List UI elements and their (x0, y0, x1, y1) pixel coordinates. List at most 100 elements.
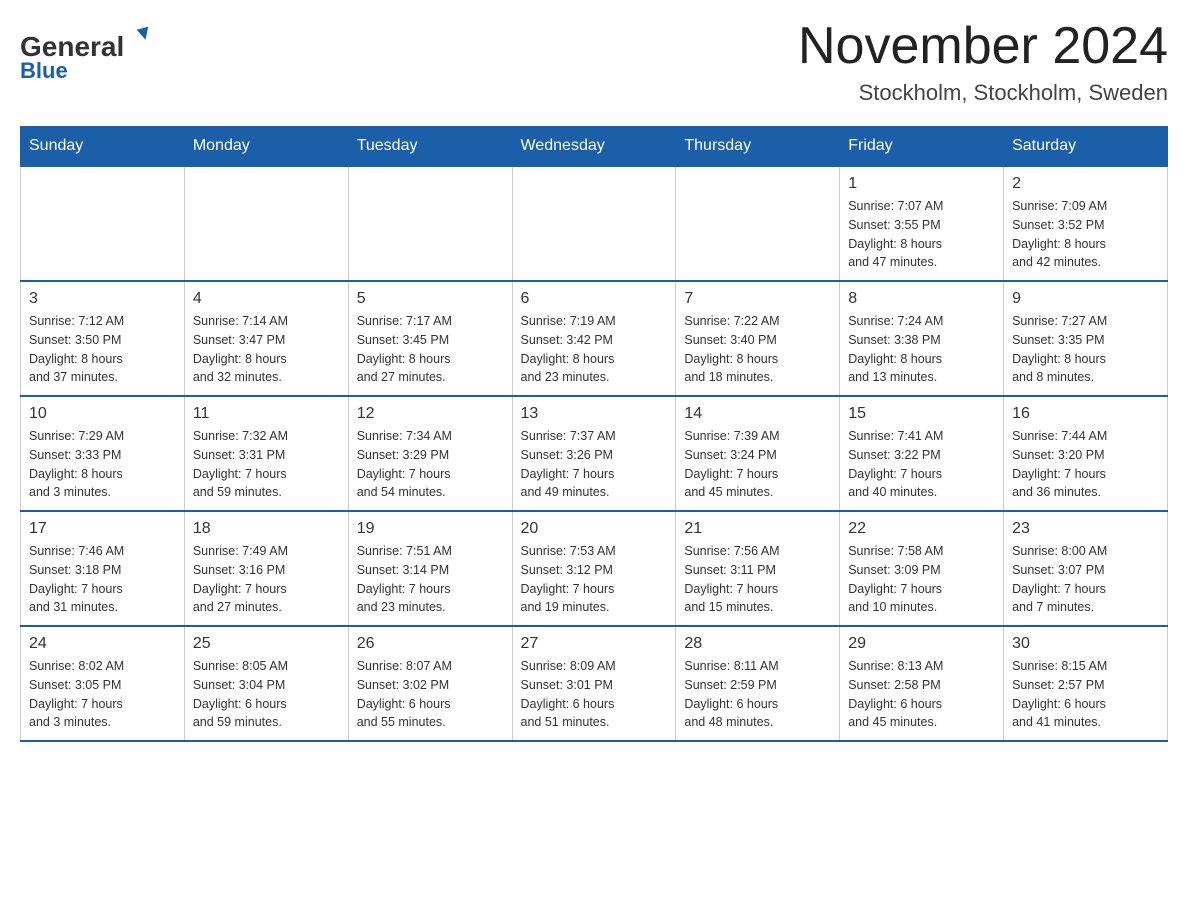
table-row: 17 Sunrise: 7:46 AMSunset: 3:18 PMDayligh… (21, 511, 185, 626)
day-number: 1 (848, 175, 995, 193)
day-number: 13 (521, 405, 668, 423)
table-row: 22 Sunrise: 7:58 AMSunset: 3:09 PMDayligh… (840, 511, 1004, 626)
table-row: 13 Sunrise: 7:37 AMSunset: 3:26 PMDayligh… (512, 396, 676, 511)
col-sunday: Sunday (21, 127, 185, 167)
calendar-week-row: 24Sunrise: 8:02 AMSunset: 3:05 PMDayligh… (21, 626, 1168, 741)
col-wednesday: Wednesday (512, 127, 676, 167)
day-info: Sunrise: 8:07 AMSunset: 3:02 PMDaylight:… (357, 657, 504, 732)
table-row: 6 Sunrise: 7:19 AMSunset: 3:42 PMDaylight… (512, 281, 676, 396)
day-info: Sunrise: 7:56 AMSunset: 3:11 PMDaylight:… (684, 542, 831, 617)
day-info: Sunrise: 7:41 AMSunset: 3:22 PMDaylight:… (848, 427, 995, 502)
table-row: 15 Sunrise: 7:41 AMSunset: 3:22 PMDayligh… (840, 396, 1004, 511)
day-number: 4 (193, 290, 340, 308)
day-info: Sunrise: 7:49 AMSunset: 3:16 PMDaylight:… (193, 542, 340, 617)
location-title: Stockholm, Stockholm, Sweden (798, 80, 1168, 106)
table-row: 29 Sunrise: 8:13 AMSunset: 2:58 PMDayligh… (840, 626, 1004, 741)
day-number: 14 (684, 405, 831, 423)
day-number: 16 (1012, 405, 1159, 423)
day-info: Sunrise: 7:07 AMSunset: 3:55 PMDaylight:… (848, 197, 995, 272)
table-row: 10 Sunrise: 7:29 AMSunset: 3:33 PMDayligh… (21, 396, 185, 511)
day-info: Sunrise: 7:53 AMSunset: 3:12 PMDaylight:… (521, 542, 668, 617)
table-row: 23Sunrise: 8:00 AMSunset: 3:07 PMDayligh… (1004, 511, 1168, 626)
day-info: Sunrise: 7:58 AMSunset: 3:09 PMDaylight:… (848, 542, 995, 617)
table-row: 30 Sunrise: 8:15 AMSunset: 2:57 PMDayligh… (1004, 626, 1168, 741)
day-info: Sunrise: 8:02 AMSunset: 3:05 PMDaylight:… (29, 657, 176, 732)
table-row: 1 Sunrise: 7:07 AMSunset: 3:55 PMDaylight… (840, 166, 1004, 281)
day-info: Sunrise: 8:00 AMSunset: 3:07 PMDaylight:… (1012, 542, 1159, 617)
day-number: 28 (684, 635, 831, 653)
day-number: 11 (193, 405, 340, 423)
day-info: Sunrise: 7:12 AMSunset: 3:50 PMDaylight:… (29, 312, 176, 387)
table-row: 12Sunrise: 7:34 AMSunset: 3:29 PMDayligh… (348, 396, 512, 511)
day-number: 26 (357, 635, 504, 653)
day-number: 3 (29, 290, 176, 308)
day-number: 12 (357, 405, 504, 423)
logo-svg: General Blue (20, 20, 180, 90)
calendar-week-row: 17 Sunrise: 7:46 AMSunset: 3:18 PMDayligh… (21, 511, 1168, 626)
day-number: 15 (848, 405, 995, 423)
table-row: 26 Sunrise: 8:07 AMSunset: 3:02 PMDayligh… (348, 626, 512, 741)
table-row: 5Sunrise: 7:17 AMSunset: 3:45 PMDaylight… (348, 281, 512, 396)
day-info: Sunrise: 7:09 AMSunset: 3:52 PMDaylight:… (1012, 197, 1159, 272)
table-row: 4Sunrise: 7:14 AMSunset: 3:47 PMDaylight… (184, 281, 348, 396)
day-info: Sunrise: 7:27 AMSunset: 3:35 PMDaylight:… (1012, 312, 1159, 387)
table-row: 14 Sunrise: 7:39 AMSunset: 3:24 PMDayligh… (676, 396, 840, 511)
table-row: 7 Sunrise: 7:22 AMSunset: 3:40 PMDaylight… (676, 281, 840, 396)
day-info: Sunrise: 8:15 AMSunset: 2:57 PMDaylight:… (1012, 657, 1159, 732)
day-info: Sunrise: 7:51 AMSunset: 3:14 PMDaylight:… (357, 542, 504, 617)
day-number: 22 (848, 520, 995, 538)
day-number: 2 (1012, 175, 1159, 193)
day-number: 30 (1012, 635, 1159, 653)
day-number: 19 (357, 520, 504, 538)
calendar-week-row: 3 Sunrise: 7:12 AMSunset: 3:50 PMDaylight… (21, 281, 1168, 396)
table-row (184, 166, 348, 281)
day-info: Sunrise: 7:39 AMSunset: 3:24 PMDaylight:… (684, 427, 831, 502)
calendar-header-row: Sunday Monday Tuesday Wednesday Thursday… (21, 127, 1168, 167)
day-number: 9 (1012, 290, 1159, 308)
col-monday: Monday (184, 127, 348, 167)
day-number: 6 (521, 290, 668, 308)
svg-text:Blue: Blue (20, 58, 68, 83)
day-info: Sunrise: 7:22 AMSunset: 3:40 PMDaylight:… (684, 312, 831, 387)
table-row (512, 166, 676, 281)
table-row: 20 Sunrise: 7:53 AMSunset: 3:12 PMDayligh… (512, 511, 676, 626)
day-number: 17 (29, 520, 176, 538)
day-number: 25 (193, 635, 340, 653)
page-header: General Blue November 2024 Stockholm, St… (20, 20, 1168, 106)
calendar-table: Sunday Monday Tuesday Wednesday Thursday… (20, 126, 1168, 742)
table-row: 3 Sunrise: 7:12 AMSunset: 3:50 PMDaylight… (21, 281, 185, 396)
calendar-week-row: 10 Sunrise: 7:29 AMSunset: 3:33 PMDayligh… (21, 396, 1168, 511)
day-info: Sunrise: 7:19 AMSunset: 3:42 PMDaylight:… (521, 312, 668, 387)
day-info: Sunrise: 8:09 AMSunset: 3:01 PMDaylight:… (521, 657, 668, 732)
day-info: Sunrise: 8:11 AMSunset: 2:59 PMDaylight:… (684, 657, 831, 732)
day-number: 21 (684, 520, 831, 538)
table-row (348, 166, 512, 281)
day-number: 10 (29, 405, 176, 423)
day-info: Sunrise: 7:24 AMSunset: 3:38 PMDaylight:… (848, 312, 995, 387)
table-row: 16 Sunrise: 7:44 AMSunset: 3:20 PMDayligh… (1004, 396, 1168, 511)
table-row: 8Sunrise: 7:24 AMSunset: 3:38 PMDaylight… (840, 281, 1004, 396)
table-row: 25Sunrise: 8:05 AMSunset: 3:04 PMDayligh… (184, 626, 348, 741)
table-row: 2 Sunrise: 7:09 AMSunset: 3:52 PMDaylight… (1004, 166, 1168, 281)
table-row: 27 Sunrise: 8:09 AMSunset: 3:01 PMDayligh… (512, 626, 676, 741)
day-number: 5 (357, 290, 504, 308)
day-number: 20 (521, 520, 668, 538)
day-info: Sunrise: 7:44 AMSunset: 3:20 PMDaylight:… (1012, 427, 1159, 502)
table-row: 21 Sunrise: 7:56 AMSunset: 3:11 PMDayligh… (676, 511, 840, 626)
day-info: Sunrise: 7:32 AMSunset: 3:31 PMDaylight:… (193, 427, 340, 502)
day-number: 27 (521, 635, 668, 653)
day-number: 29 (848, 635, 995, 653)
table-row: 11 Sunrise: 7:32 AMSunset: 3:31 PMDayligh… (184, 396, 348, 511)
table-row: 9 Sunrise: 7:27 AMSunset: 3:35 PMDaylight… (1004, 281, 1168, 396)
logo: General Blue (20, 20, 180, 90)
title-area: November 2024 Stockholm, Stockholm, Swed… (798, 20, 1168, 106)
day-number: 7 (684, 290, 831, 308)
day-info: Sunrise: 7:37 AMSunset: 3:26 PMDaylight:… (521, 427, 668, 502)
col-saturday: Saturday (1004, 127, 1168, 167)
table-row: 19 Sunrise: 7:51 AMSunset: 3:14 PMDayligh… (348, 511, 512, 626)
day-info: Sunrise: 7:46 AMSunset: 3:18 PMDaylight:… (29, 542, 176, 617)
table-row (21, 166, 185, 281)
day-info: Sunrise: 8:13 AMSunset: 2:58 PMDaylight:… (848, 657, 995, 732)
day-info: Sunrise: 7:29 AMSunset: 3:33 PMDaylight:… (29, 427, 176, 502)
col-friday: Friday (840, 127, 1004, 167)
